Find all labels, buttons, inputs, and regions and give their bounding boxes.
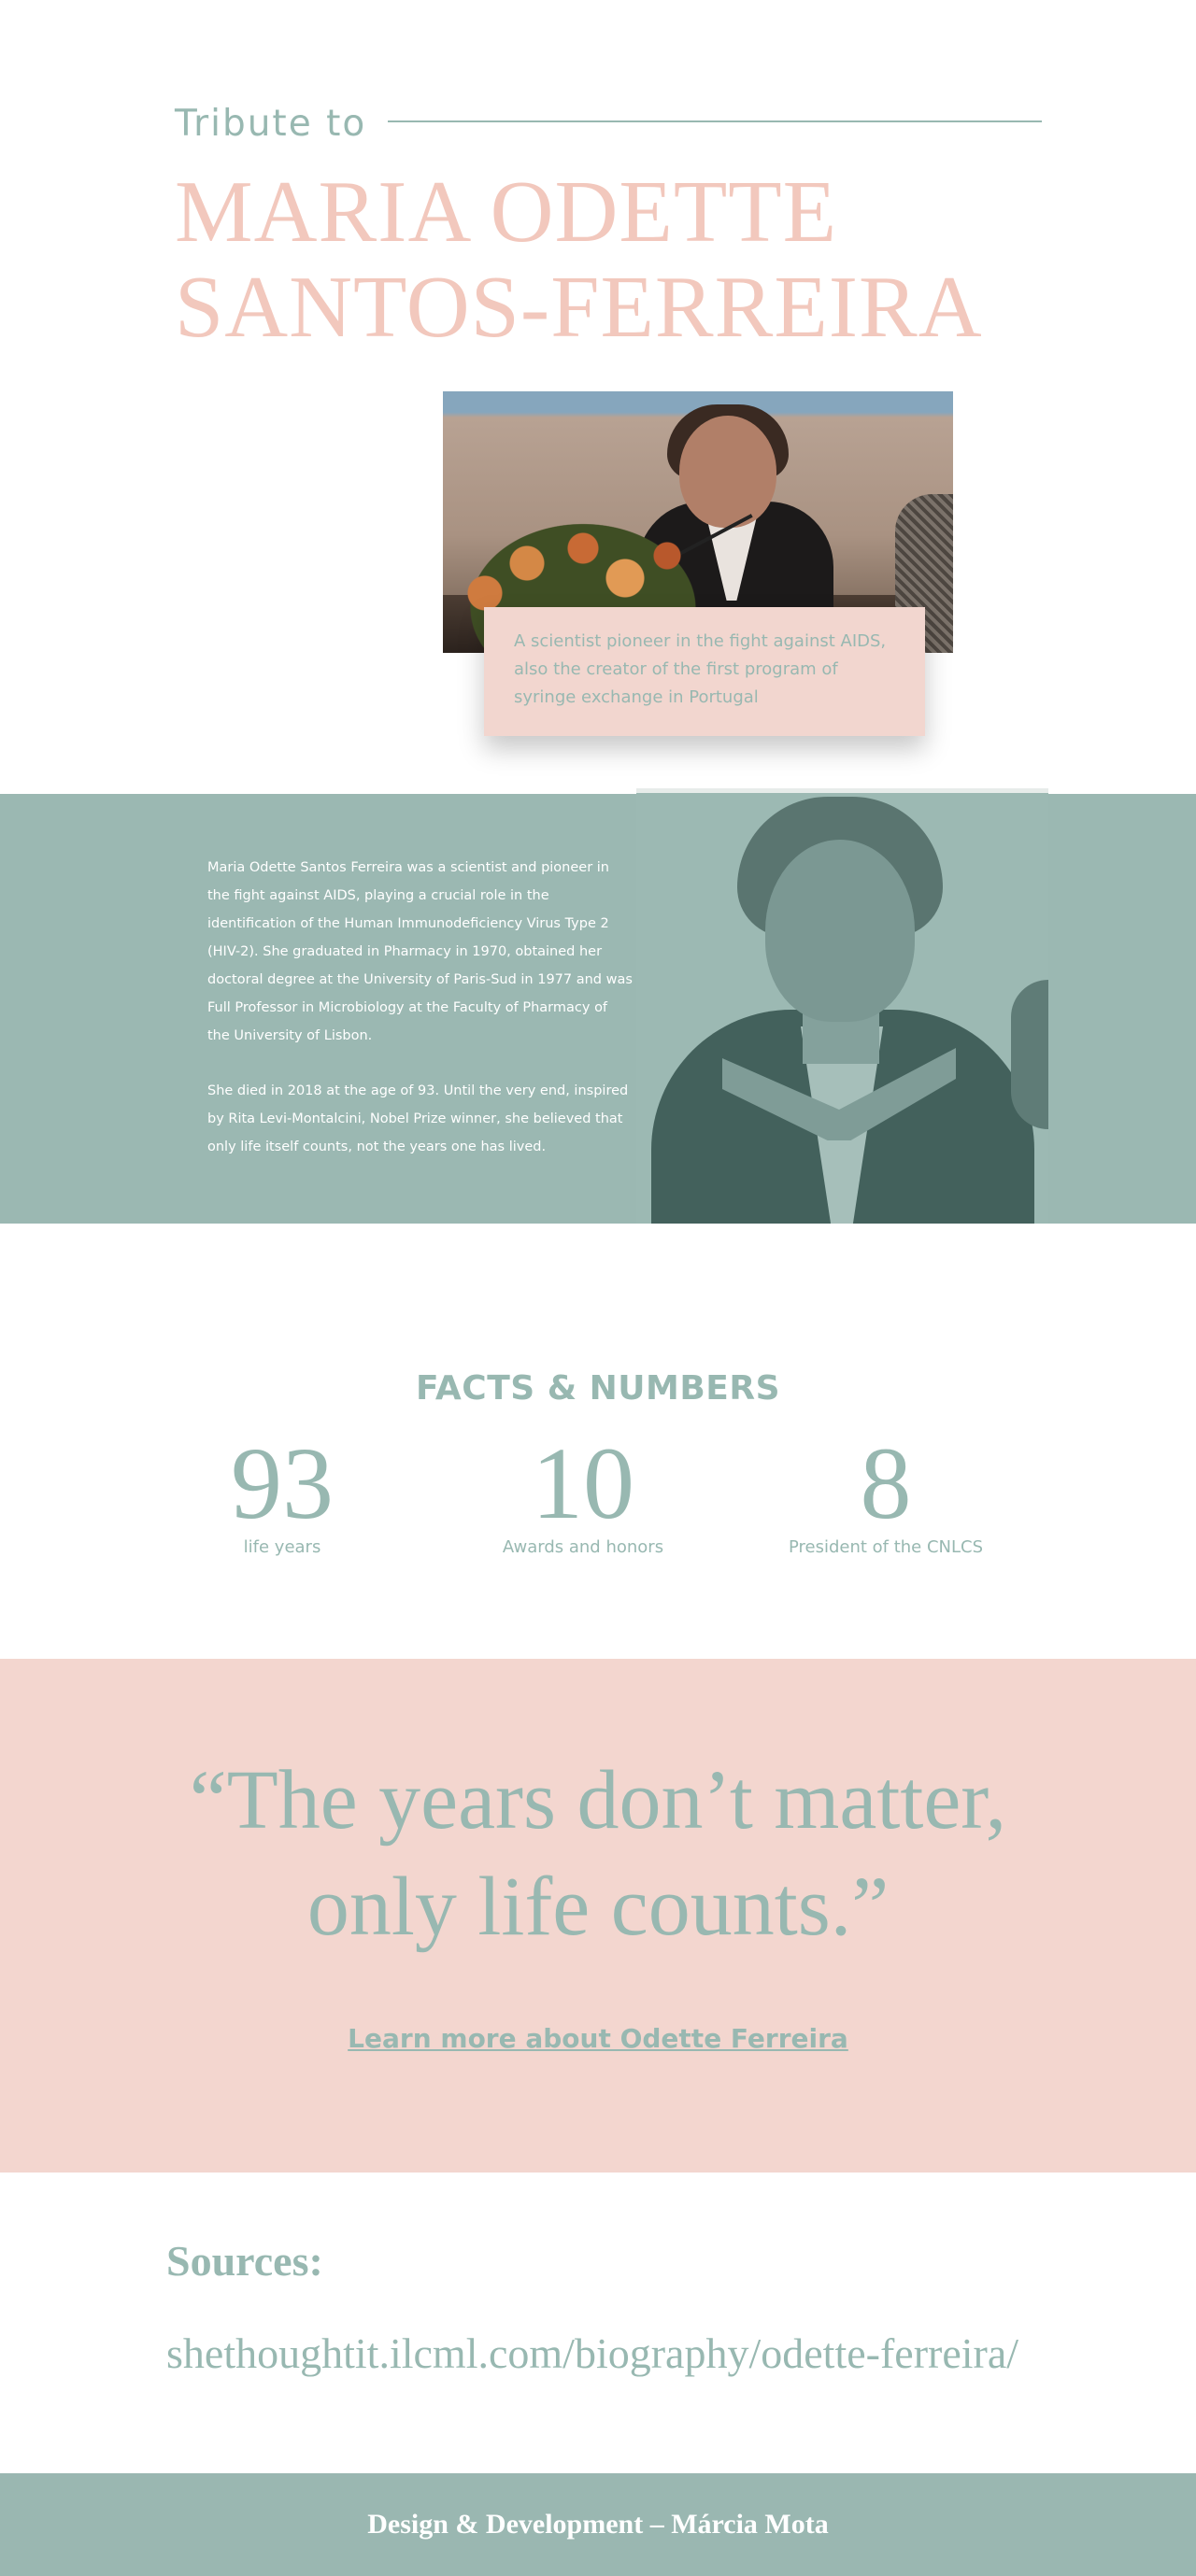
fact-item-life-years: 93 life years xyxy=(161,1429,404,1557)
source-link[interactable]: shethoughtit.ilcml.com/biography/odette-… xyxy=(166,2328,1185,2378)
tribute-header: Tribute to xyxy=(175,103,1042,149)
learn-more-link[interactable]: Learn more about Odette Ferreira xyxy=(0,2023,1196,2054)
biography-text: Maria Odette Santos Ferreira was a scien… xyxy=(207,854,633,1188)
honoree-name-heading: MARIA ODETTE SANTOS-FERREIRA xyxy=(175,164,1109,355)
footer-credit: Design & Development – Márcia Mota xyxy=(367,2509,829,2540)
quote-line-2: only life counts.” xyxy=(306,1861,890,1953)
tribute-divider-line xyxy=(388,120,1042,122)
quote-line-1: “The years don’t matter, xyxy=(189,1754,1007,1847)
facts-heading: FACTS & NUMBERS xyxy=(415,1368,781,1408)
fact-item-cnlcs: 8 President of the CNLCS xyxy=(764,1429,1007,1557)
biography-portrait-photo xyxy=(636,788,1048,1224)
fact-number: 93 xyxy=(231,1426,334,1540)
fact-number: 10 xyxy=(532,1426,634,1540)
fact-label: President of the CNLCS xyxy=(788,1537,984,1557)
quote-text: “The years don’t matter, only life count… xyxy=(0,1748,1196,1960)
fact-label: life years xyxy=(243,1537,321,1557)
hero-photo-caption: A scientist pioneer in the fight against… xyxy=(484,607,925,736)
fact-number: 8 xyxy=(860,1426,912,1540)
honoree-name-line-2: SANTOS-FERREIRA xyxy=(175,259,983,356)
honoree-name-line-1: MARIA ODETTE xyxy=(175,163,838,261)
fact-label: Awards and honors xyxy=(502,1537,664,1557)
sources-heading: Sources: xyxy=(166,2237,323,2285)
biography-paragraph-1: Maria Odette Santos Ferreira was a scien… xyxy=(207,860,633,1043)
fact-item-awards: 10 Awards and honors xyxy=(462,1429,705,1557)
site-footer: Design & Development – Márcia Mota xyxy=(0,2473,1196,2576)
tribute-label: Tribute to xyxy=(175,103,367,145)
quote-section: “The years don’t matter, only life count… xyxy=(0,1659,1196,2173)
biography-section: Maria Odette Santos Ferreira was a scien… xyxy=(0,788,1196,1224)
biography-paragraph-2: She died in 2018 at the age of 93. Until… xyxy=(207,1083,629,1154)
